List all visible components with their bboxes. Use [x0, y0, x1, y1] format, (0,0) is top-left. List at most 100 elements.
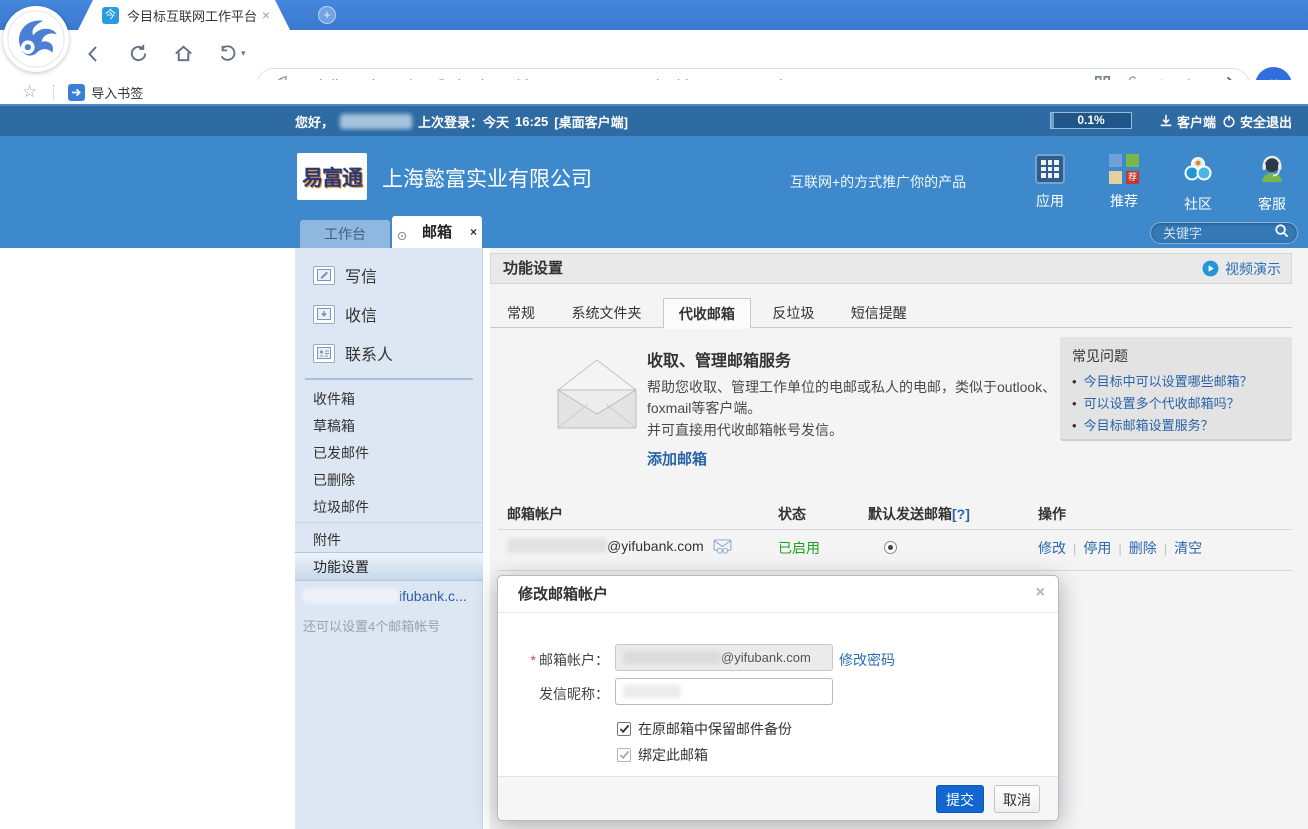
tab-system-folders[interactable]: 系统文件夹: [556, 298, 656, 328]
mail-account-icon: [713, 539, 732, 554]
recommend-icon: 荐: [1109, 154, 1139, 184]
bullet: •: [1072, 415, 1077, 437]
receive-label: 收信: [345, 302, 377, 326]
nav-item-community[interactable]: 社区: [1172, 154, 1224, 214]
site-header: 易富通 上海懿富实业有限公司 互联网+的方式推广你的产品 应用 荐 推荐 社区 …: [0, 136, 1308, 248]
action-disable[interactable]: 停用: [1083, 538, 1111, 558]
logout-link[interactable]: 安全退出: [1222, 106, 1292, 136]
home-icon[interactable]: [173, 43, 194, 64]
search-icon[interactable]: [1274, 223, 1289, 243]
browser-logo-icon[interactable]: [3, 6, 69, 72]
nav-item-apps[interactable]: 应用: [1024, 154, 1076, 214]
sidebar-folder-drafts[interactable]: 草稿箱: [313, 416, 355, 436]
faq-item[interactable]: • 今目标中可以设置哪些邮箱？: [1072, 371, 1280, 393]
faq-item[interactable]: • 今目标邮箱设置服务？: [1072, 415, 1280, 437]
user-top-bar: 您好， 上次登录：今天 16:25 [桌面客户端] 0.1% 客户端 安全退出: [0, 106, 1308, 136]
sidebar-attachments[interactable]: 附件: [313, 530, 341, 550]
client-download-link[interactable]: 客户端: [1159, 106, 1216, 136]
nav-label: 推荐: [1110, 191, 1138, 211]
contacts-label: 联系人: [345, 341, 393, 365]
faq-title: 常见问题: [1072, 346, 1280, 366]
download-icon: [1159, 114, 1173, 128]
table-divider: [498, 570, 1292, 571]
cancel-button[interactable]: 取消: [994, 785, 1040, 813]
search-input[interactable]: [1163, 226, 1274, 241]
col-header-default-send: 默认发送邮箱[?]: [868, 504, 970, 524]
sidebar-folder-sent[interactable]: 已发邮件: [313, 443, 369, 463]
sidebar-receive[interactable]: 收信: [313, 302, 377, 326]
tab-mailbox[interactable]: 邮箱 ×: [392, 216, 482, 248]
tab-workbench[interactable]: 工作台: [300, 220, 390, 248]
bind-mailbox-option: 绑定此邮箱: [617, 745, 708, 765]
back-icon[interactable]: [84, 44, 104, 64]
faq-box: 常见问题 • 今目标中可以设置哪些邮箱？ • 可以设置多个代收邮箱吗？ • 今目标邮箱…: [1060, 337, 1292, 441]
action-separator: |: [1164, 541, 1167, 556]
client-label: 客户端: [1177, 112, 1216, 131]
keep-copy-option[interactable]: 在原邮箱中保留邮件备份: [617, 719, 792, 739]
video-demo-link[interactable]: 视频演示: [1202, 254, 1281, 283]
sidebar-account-email[interactable]: ifubank.c...: [303, 588, 467, 604]
bullet: •: [1072, 393, 1077, 415]
tab-pop-mailbox-active[interactable]: 代收邮箱: [663, 298, 751, 329]
sidebar-settings-selected[interactable]: 功能设置: [295, 552, 483, 581]
reload-icon[interactable]: [128, 43, 149, 64]
action-delete[interactable]: 删除: [1129, 538, 1157, 558]
account-email-text: ifubank.c...: [399, 588, 467, 604]
faq-link[interactable]: 今目标中可以设置哪些邮箱？: [1084, 371, 1253, 393]
email-field-label: *邮箱帐户：: [498, 650, 609, 670]
nav-label: 社区: [1184, 194, 1212, 214]
panel-title: 功能设置: [503, 260, 563, 277]
undo-icon[interactable]: ▾: [218, 44, 246, 64]
company-logo-text: 易富通: [302, 162, 362, 192]
sidebar-compose[interactable]: 写信: [313, 263, 377, 287]
tab-close-icon[interactable]: ×: [470, 215, 477, 249]
browser-tab[interactable]: 今 今目标互联网工作平台 ×: [78, 0, 290, 30]
help-icon[interactable]: [?]: [952, 506, 970, 522]
email-field: @yifubank.com: [615, 644, 833, 671]
sidebar-folder-deleted[interactable]: 已删除: [313, 470, 355, 490]
nickname-field[interactable]: [615, 678, 833, 705]
sidebar-folder-inbox[interactable]: 收件箱: [313, 389, 355, 409]
new-tab-button[interactable]: +: [318, 6, 336, 24]
bullet: •: [1072, 371, 1077, 393]
nav-item-support[interactable]: 客服: [1246, 154, 1298, 214]
default-send-radio[interactable]: [884, 541, 897, 554]
add-mailbox-link[interactable]: 添加邮箱: [647, 448, 707, 469]
import-bookmarks-button[interactable]: 导入书签: [68, 83, 143, 102]
intro-heading: 收取、管理邮箱服务: [647, 347, 791, 371]
sidebar-folder-junk[interactable]: 垃圾邮件: [313, 497, 369, 517]
tab-close-icon[interactable]: ×: [262, 7, 270, 23]
dialog-close-icon[interactable]: ×: [1036, 584, 1045, 602]
keyword-search-box[interactable]: [1150, 222, 1298, 244]
intro-line1: 帮助您收取、管理工作单位的电邮或私人的电邮，类似于outlook、: [647, 377, 1056, 397]
tab-mailbox-label: 邮箱: [422, 224, 452, 241]
col-header-actions: 操作: [1038, 504, 1066, 524]
progress-fill: [1051, 113, 1054, 128]
header-slogan: 互联网+的方式推广你的产品: [790, 172, 966, 192]
site-favicon-icon: 今: [102, 7, 119, 24]
bookmarks-star-icon[interactable]: ☆: [22, 82, 37, 102]
email-field-value: @yifubank.com: [721, 650, 811, 665]
tab-sms-remind[interactable]: 短信提醒: [836, 298, 922, 328]
contacts-icon: [313, 344, 335, 363]
col-header-status: 状态: [778, 504, 806, 524]
tab-antispam[interactable]: 反垃圾: [757, 298, 829, 328]
envelope-illustration: [550, 352, 644, 439]
submit-button[interactable]: 提交: [936, 785, 984, 813]
checkbox-checked-icon[interactable]: [617, 722, 631, 736]
action-edit[interactable]: 修改: [1038, 538, 1066, 558]
faq-link[interactable]: 可以设置多个代收邮箱吗？: [1084, 393, 1240, 415]
action-clear[interactable]: 清空: [1174, 538, 1202, 558]
change-password-link[interactable]: 修改密码: [839, 650, 895, 670]
browser-toolbar: ▾ web.jingoal.com/mgt/index.jsp?uid=1033…: [0, 30, 1308, 80]
nav-item-recommend[interactable]: 荐 推荐: [1098, 154, 1150, 214]
faq-item[interactable]: • 可以设置多个代收邮箱吗？: [1072, 393, 1280, 415]
greeting-area: 您好， 上次登录：今天 16:25 [桌面客户端]: [295, 106, 628, 136]
faq-link[interactable]: 今目标邮箱设置服务？: [1084, 415, 1214, 437]
tab-general[interactable]: 常规: [492, 298, 550, 328]
sidebar-contacts[interactable]: 联系人: [313, 341, 393, 365]
import-bookmarks-icon: [68, 84, 85, 101]
logout-label: 安全退出: [1240, 112, 1292, 131]
dialog-header: 修改邮箱帐户 ×: [498, 576, 1058, 613]
table-divider: [498, 529, 1292, 530]
